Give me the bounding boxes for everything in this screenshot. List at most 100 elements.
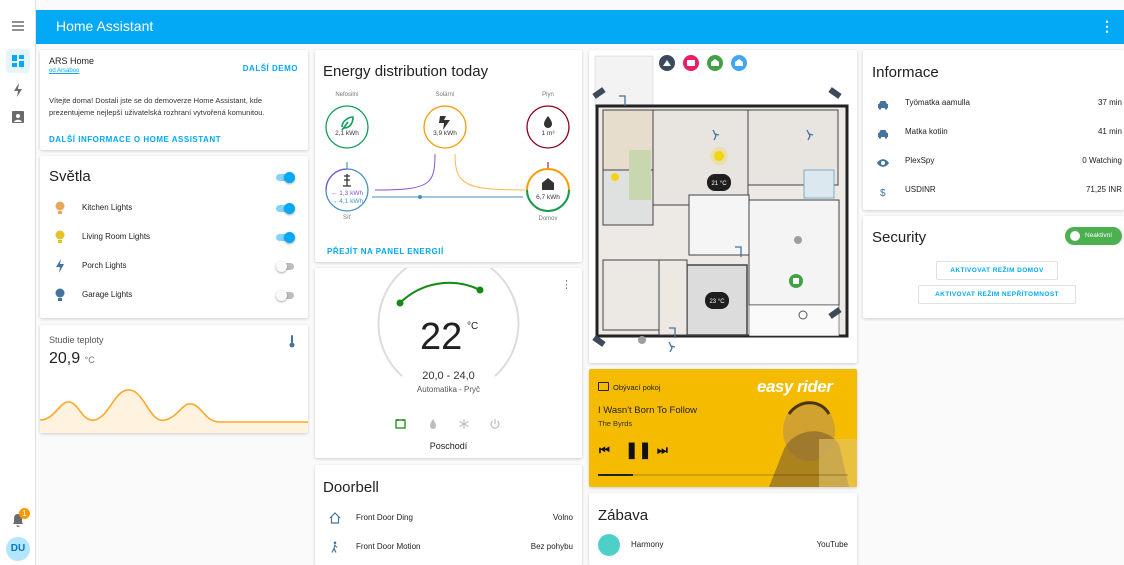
fire-icon[interactable] — [427, 418, 439, 430]
energy-grid-label: Síť — [343, 215, 351, 221]
pause-icon[interactable]: ❚❚ — [625, 440, 652, 460]
media-player-card: easy rider Obývací pokoj I Wasn't Born T… — [589, 369, 857, 487]
info-row[interactable]: Työmatka aamulla 37 min — [863, 92, 1124, 112]
thermostat-unit: °C — [467, 321, 479, 332]
next-demo-button[interactable]: DALŠÍ DEMO — [243, 64, 298, 73]
lightbulb-icon[interactable] — [54, 230, 66, 244]
floorplan-card[interactable]: 21 °C 23 °C — [589, 50, 857, 363]
security-status-badge[interactable]: Neaktivní — [1065, 227, 1122, 245]
info-row[interactable]: PlexSpy 0 Watching — [863, 150, 1124, 170]
welcome-card: ARS Home od Arsaboo DALŠÍ DEMO Vítejte d… — [40, 50, 308, 150]
lightning-icon[interactable] — [6, 78, 30, 102]
menu-icon[interactable] — [6, 14, 30, 38]
lights-title: Světla — [49, 168, 91, 185]
lights-master-toggle[interactable] — [276, 172, 295, 183]
arm-away-button[interactable]: AKTIVOVAT REŽIM NEPŘÍTOMNOST — [918, 285, 1076, 304]
doorbell-row[interactable]: Front Door Motion Bez pohybu — [315, 537, 582, 555]
info-row[interactable]: Matka kotiin 41 min — [863, 121, 1124, 141]
security-title: Security — [872, 229, 927, 246]
doorbell-card: Doorbell Front Door Ding Volno Front Door … — [315, 465, 582, 565]
light-label: Kitchen Lights — [82, 203, 133, 212]
info-title: Informace — [872, 64, 939, 81]
info-entity-label: USDINR — [905, 185, 936, 194]
dots-vertical-icon[interactable]: ⋮ — [1100, 18, 1114, 35]
thermostat-dial[interactable] — [315, 268, 582, 458]
welcome-description: Vítejte doma! Dostali jste se do demover… — [49, 96, 265, 117]
power-icon[interactable] — [489, 418, 501, 430]
album-brand-text: easy rider — [757, 377, 833, 396]
harmony-remote-icon — [598, 534, 620, 556]
light-label: Garage Lights — [82, 290, 133, 299]
energy-flow-diagram — [325, 105, 570, 213]
info-entity-state: 37 min — [1097, 98, 1122, 107]
car-icon — [877, 126, 889, 139]
thermostat-card: ⋮ 22 °C 20,0 - 24,0 Automatika - Pryč Po… — [315, 268, 582, 458]
user-avatar[interactable]: DU — [6, 537, 30, 561]
energy-fossil-label: Nefosilní — [335, 92, 359, 98]
harmony-label[interactable]: Harmony — [631, 540, 663, 549]
energy-fossil-value: 2,1 kWh — [335, 130, 359, 137]
info-entity-label: Matka kotiin — [905, 127, 948, 136]
sidebar: 1 DU — [0, 0, 36, 565]
more-info-link[interactable]: DALŠÍ INFORMACE O HOME ASSISTANT — [49, 135, 221, 144]
eye-icon — [877, 155, 889, 167]
doorbell-entity-state: Bez pohybu — [530, 542, 573, 551]
light-row[interactable]: Living Room Lights — [40, 227, 308, 247]
energy-dashboard-link[interactable]: PŘEJÍT NA PANEL ENERGIÍ — [327, 247, 444, 256]
thermostat-target-range: 20,0 - 24,0 — [422, 370, 475, 382]
speaker-icon — [598, 382, 609, 391]
light-row[interactable]: Garage Lights — [40, 285, 308, 305]
info-card: Informace Työmatka aamulla 37 min Matka ko… — [863, 50, 1124, 210]
energy-home-label: Domov — [538, 216, 558, 222]
calendar-sync-icon[interactable] — [395, 418, 407, 430]
doorbell-entity-label: Front Door Ding — [356, 513, 413, 522]
media-artist: The Byrds — [598, 419, 633, 428]
light-toggle[interactable] — [276, 232, 295, 243]
energy-distribution-card: Energy distribution today Nefosilní 2,1 … — [315, 50, 582, 262]
currency-usd-icon: $ — [877, 184, 889, 199]
arm-home-button[interactable]: AKTIVOVAT REŽIM DOMOV — [936, 261, 1058, 280]
temperature-study-card[interactable]: Studie teploty 20,9 °C — [40, 325, 308, 433]
entertainment-card: Zábava Harmony YouTube — [589, 493, 857, 565]
doorbell-entity-label: Front Door Motion — [356, 542, 421, 551]
walk-icon — [329, 540, 341, 553]
snowflake-icon[interactable] — [458, 418, 470, 430]
thermostat-menu-icon[interactable]: ⋮ — [561, 278, 572, 291]
bell-icon[interactable]: 1 — [6, 508, 30, 532]
skip-previous-icon[interactable]: ⏮ — [599, 443, 610, 458]
thermostat-low-handle — [396, 299, 404, 307]
lightbulb-icon[interactable] — [54, 201, 66, 215]
security-card: Security Neaktivní AKTIVOVAT REŽIM DOMOV… — [863, 216, 1124, 318]
thermostat-name: Poschodí — [429, 441, 468, 451]
thermostat-high-handle — [476, 286, 484, 294]
home-outline-icon — [329, 511, 341, 524]
light-row[interactable]: Porch Lights — [40, 256, 308, 276]
floorplan-image[interactable]: 21 °C 23 °C — [589, 50, 857, 363]
info-entity-state: 0 Watching — [1082, 156, 1122, 165]
doorbell-row[interactable]: Front Door Ding Volno — [315, 508, 582, 526]
dashboard-icon[interactable] — [6, 49, 30, 73]
welcome-author-link[interactable]: od Arsaboo — [49, 68, 79, 74]
info-row[interactable]: $ USDINR 71,25 INR — [863, 179, 1124, 199]
account-box-icon[interactable] — [6, 105, 30, 129]
notification-count-badge: 1 — [19, 508, 30, 519]
light-toggle[interactable] — [276, 261, 294, 272]
light-toggle[interactable] — [276, 290, 294, 301]
media-song-title: I Wasn't Born To Follow — [598, 405, 697, 416]
light-label: Porch Lights — [82, 261, 127, 270]
svg-text:$: $ — [880, 188, 886, 197]
light-row[interactable]: Kitchen Lights — [40, 198, 308, 218]
lights-card: Světla Kitchen Lights Living Room Lights P… — [40, 156, 308, 318]
header-title: Home Assistant — [56, 18, 154, 34]
media-progress-bar[interactable] — [598, 474, 848, 476]
shield-off-icon — [1070, 231, 1080, 241]
lightbulb-icon[interactable] — [54, 288, 66, 302]
energy-grid-out: → 4,1 kWh — [330, 198, 364, 205]
energy-solar-label: Solární — [435, 92, 455, 98]
info-entity-label: PlexSpy — [905, 156, 935, 165]
harmony-state[interactable]: YouTube — [817, 540, 848, 549]
light-toggle[interactable] — [276, 203, 295, 214]
welcome-title: ARS Home — [49, 56, 95, 66]
skip-next-icon[interactable]: ⏭ — [657, 443, 668, 458]
lightning-icon[interactable] — [54, 259, 66, 273]
